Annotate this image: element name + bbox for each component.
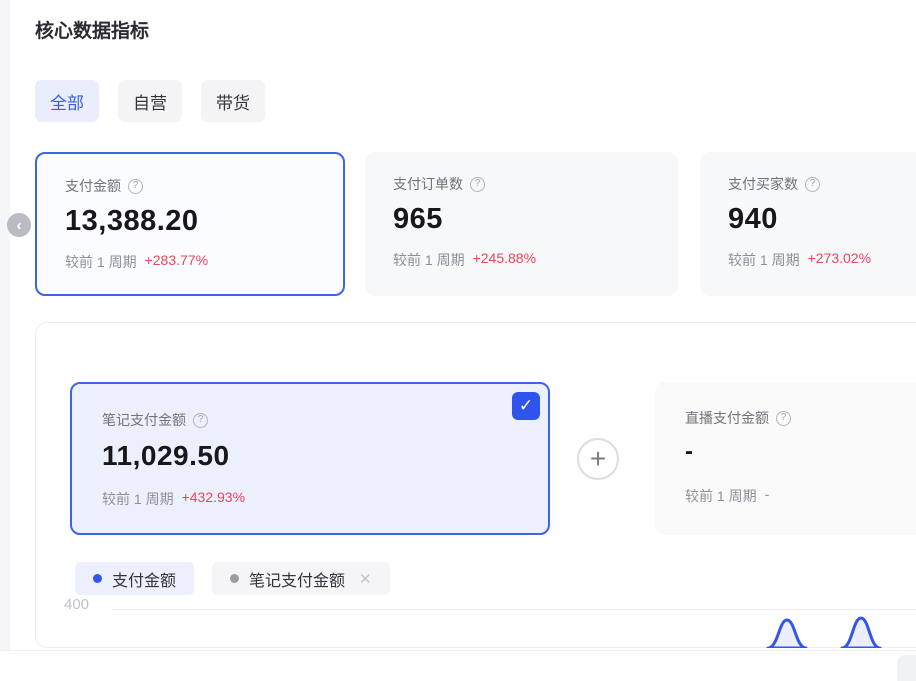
floating-widget[interactable] [897, 655, 916, 681]
compare-label: 较前 1 周期 [393, 250, 465, 270]
filter-tabs: 全部 自营 带货 [35, 80, 265, 122]
metric-card-payment-amount[interactable]: 支付金额 ? 13,388.20 较前 1 周期 +283.77% [35, 152, 345, 296]
metric-label: 支付买家数 [728, 174, 798, 194]
tab-all[interactable]: 全部 [35, 80, 99, 122]
legend-item-payment-amount[interactable]: 支付金额 [75, 562, 194, 595]
compare-label: 较前 1 周期 [685, 486, 757, 506]
change-badge: +283.77% [145, 252, 208, 272]
line-chart [700, 614, 916, 648]
metric-value: 11,029.50 [102, 440, 245, 472]
metric-label: 直播支付金额 [685, 408, 769, 428]
change-badge: +273.02% [808, 250, 871, 270]
metric-label: 支付金额 [65, 176, 121, 196]
help-icon[interactable]: ? [128, 179, 143, 194]
dashboard-panel: 核心数据指标 全部 自营 带货 ‹ 支付金额 ? 13,388.20 较前 1 … [0, 0, 916, 681]
legend-dot-gray [230, 574, 239, 583]
left-gutter [0, 0, 10, 650]
close-icon[interactable]: ✕ [359, 570, 372, 588]
metric-card-order-count[interactable]: 支付订单数 ? 965 较前 1 周期 +245.88% [365, 152, 678, 296]
help-icon[interactable]: ? [193, 413, 208, 428]
add-metric-button[interactable]: + [577, 438, 619, 480]
change-badge: +432.93% [182, 489, 245, 509]
help-icon[interactable]: ? [470, 177, 485, 192]
metric-value: 940 [728, 203, 871, 236]
sub-card-live-payment[interactable]: 直播支付金额 ? - 较前 1 周期 - [655, 382, 916, 535]
chart-gridline [112, 609, 916, 610]
tab-self-operated[interactable]: 自营 [118, 80, 182, 122]
tab-affiliate[interactable]: 带货 [201, 80, 265, 122]
change-badge: - [765, 486, 770, 506]
page-title: 核心数据指标 [35, 16, 149, 43]
metric-value: 965 [393, 203, 536, 236]
compare-label: 较前 1 周期 [728, 250, 800, 270]
compare-label: 较前 1 周期 [102, 489, 174, 509]
sub-card-note-payment[interactable]: ✓ 笔记支付金额 ? 11,029.50 较前 1 周期 +432.93% [70, 382, 550, 535]
carousel-left-button[interactable]: ‹ [7, 213, 31, 237]
compare-label: 较前 1 周期 [65, 252, 137, 272]
check-icon: ✓ [519, 396, 533, 416]
plus-icon: + [590, 443, 606, 475]
metric-label: 支付订单数 [393, 174, 463, 194]
help-icon[interactable]: ? [776, 411, 791, 426]
note-card-checkbox[interactable]: ✓ [512, 392, 540, 420]
metric-value: - [685, 438, 791, 466]
legend-item-note-payment-amount[interactable]: 笔记支付金额 ✕ [212, 562, 390, 595]
metric-value: 13,388.20 [65, 205, 208, 238]
legend-label: 笔记支付金额 [249, 567, 345, 591]
help-icon[interactable]: ? [805, 177, 820, 192]
legend-dot-blue [93, 574, 102, 583]
chart-legend: 支付金额 笔记支付金额 ✕ [75, 562, 390, 595]
chevron-left-icon: ‹ [17, 217, 22, 234]
bottom-divider [0, 650, 916, 651]
change-badge: +245.88% [473, 250, 536, 270]
metric-card-buyer-count[interactable]: 支付买家数 ? 940 较前 1 周期 +273.02% [700, 152, 916, 296]
metric-label: 笔记支付金额 [102, 410, 186, 430]
legend-label: 支付金额 [112, 567, 176, 591]
y-axis-tick: 400 [64, 596, 89, 613]
